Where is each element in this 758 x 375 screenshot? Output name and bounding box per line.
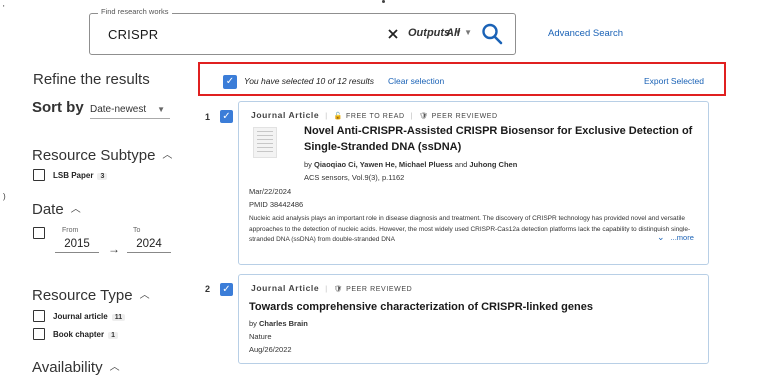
result-title[interactable]: Towards comprehensive characterization o… <box>249 301 593 313</box>
shield-icon: 🛡 <box>333 286 344 293</box>
authors-prefix: by <box>249 319 257 328</box>
facet-option-label: Journal article <box>53 312 108 321</box>
edge-mark: ' <box>3 4 5 13</box>
result-card: Journal Article | 🛡 PEER REVIEWED Towards c… <box>238 274 709 364</box>
search-box: Find research works CRISPR Outputs ▼ All ▼ <box>89 7 516 55</box>
checkbox-book-chapter[interactable] <box>33 328 45 340</box>
sort-select[interactable]: Date-newest ▼ <box>90 104 170 119</box>
all-dropdown-label: All <box>446 27 461 39</box>
result-meta: Journal Article | 🛡 PEER REVIEWED <box>251 283 413 293</box>
result-checkbox[interactable]: ✓ <box>220 110 233 123</box>
checkbox-date[interactable] <box>33 227 45 239</box>
edge-mark: ) <box>3 192 6 201</box>
chevron-up-icon: ︿ <box>139 290 150 301</box>
facet-availability[interactable]: Availability ︿ <box>32 359 120 375</box>
selection-bar: ✓ You have selected 10 of 12 results Cle… <box>198 62 726 96</box>
chevron-up-icon: ︿ <box>109 362 120 373</box>
result-authors: by Qiaoqiao Ci, Yawen He, Michael Pluess… <box>304 160 517 169</box>
more-label: ...more <box>670 233 694 242</box>
result-type: Journal Article <box>251 110 320 120</box>
result-date: Aug/26/2022 <box>249 345 292 354</box>
facet-title: Date <box>32 201 64 218</box>
search-icon[interactable] <box>481 22 503 46</box>
checkbox-lsb-paper[interactable] <box>33 169 45 181</box>
result-pmid: PMID 38442486 <box>249 200 304 209</box>
facet-option-label: LSB Paper <box>53 171 94 180</box>
authors-joiner: and <box>454 160 468 169</box>
result-date: Mar/22/2024 <box>249 187 292 196</box>
checkbox-journal-article[interactable] <box>33 310 45 322</box>
close-icon[interactable] <box>386 26 400 42</box>
facet-title: Resource Subtype <box>32 147 156 164</box>
result-card: Journal Article | 🔓 FREE TO READ | 🛡 PEER REVI… <box>238 101 709 265</box>
result-meta: Journal Article | 🔓 FREE TO READ | 🛡 PEER REVI… <box>251 110 498 120</box>
chevron-down-icon: ⌄ <box>657 232 665 242</box>
search-input[interactable]: CRISPR <box>108 27 158 42</box>
facet-resource-subtype[interactable]: Resource Subtype ︿ <box>32 147 172 164</box>
date-to-input[interactable]: 2024 <box>127 238 171 253</box>
facet-option-count: 1 <box>108 332 119 339</box>
clear-selection-link[interactable]: Clear selection <box>388 76 444 86</box>
date-to-label: To <box>133 227 141 234</box>
result-type: Journal Article <box>251 283 320 293</box>
authors-last: Juhong Chen <box>469 160 518 169</box>
date-from-label: From <box>62 227 79 234</box>
result-source: Nature <box>249 332 272 341</box>
result-number: 1 <box>205 112 211 122</box>
result-number: 2 <box>205 284 211 294</box>
outputs-dropdown-label: Outputs <box>408 27 451 39</box>
search-legend: Find research works <box>98 7 172 16</box>
arrow-right-icon: → <box>108 242 120 256</box>
export-selected-link[interactable]: Export Selected <box>644 76 704 86</box>
authors-list: Qiaoqiao Ci, Yawen He, Michael Pluess <box>314 160 453 169</box>
facet-option-count: 11 <box>111 314 126 321</box>
all-dropdown[interactable]: All ▼ <box>446 27 472 39</box>
facet-resource-type[interactable]: Resource Type ︿ <box>32 287 150 304</box>
refine-title: Refine the results <box>33 71 150 88</box>
result-source: ACS sensors, Vol.9(3), p.1162 <box>304 173 405 182</box>
date-from-input[interactable]: 2015 <box>55 238 99 253</box>
unlock-icon: 🔓 <box>333 113 343 120</box>
facet-option-count: 3 <box>97 173 108 180</box>
authors-list: Charles Brain <box>259 319 308 328</box>
select-all-checkbox[interactable]: ✓ <box>223 75 237 89</box>
facet-option-lsb-paper[interactable]: LSB Paper 3 <box>53 171 108 180</box>
badge-free-to-read: FREE TO READ <box>345 113 405 120</box>
result-title[interactable]: Novel Anti-CRISPR-Assisted CRISPR Biosen… <box>304 123 704 155</box>
sort-value: Date-newest <box>90 104 147 115</box>
result-thumbnail <box>253 127 277 158</box>
top-dot <box>382 0 385 3</box>
facet-option-book-chapter[interactable]: Book chapter 1 <box>53 330 119 339</box>
facet-title: Resource Type <box>32 287 133 304</box>
advanced-search-link[interactable]: Advanced Search <box>548 28 623 39</box>
badge-peer-reviewed: PEER REVIEWED <box>346 286 413 293</box>
sort-label: Sort by <box>32 99 84 116</box>
result-checkbox[interactable]: ✓ <box>220 283 233 296</box>
badge-peer-reviewed: PEER REVIEWED <box>431 113 498 120</box>
chevron-down-icon: ▼ <box>157 105 165 114</box>
facet-option-label: Book chapter <box>53 330 105 339</box>
selection-summary: You have selected 10 of 12 results <box>244 76 374 86</box>
authors-prefix: by <box>304 160 312 169</box>
shield-icon: 🛡 <box>419 113 429 120</box>
facet-date[interactable]: Date ︿ <box>32 201 81 218</box>
chevron-up-icon: ︿ <box>162 150 173 161</box>
chevron-down-icon: ▼ <box>464 28 472 37</box>
more-link[interactable]: ⌄ ...more <box>657 232 694 243</box>
facet-option-journal-article[interactable]: Journal article 11 <box>53 312 126 321</box>
facet-title: Availability <box>32 359 103 375</box>
result-authors: by Charles Brain <box>249 319 308 328</box>
chevron-up-icon: ︿ <box>70 204 81 215</box>
